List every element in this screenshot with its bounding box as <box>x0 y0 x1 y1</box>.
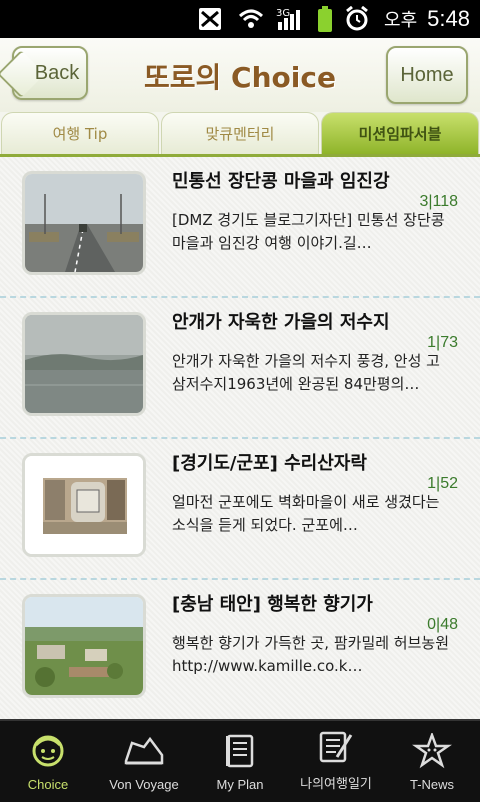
list-item[interactable]: 안개가 자욱한 가을의 저수지 1|73 안개가 자욱한 가을의 저수지 풍경,… <box>0 298 480 439</box>
sneaker-icon <box>122 733 166 773</box>
item-title: [경기도/군포] 수리산자락 <box>172 453 367 474</box>
home-button[interactable]: Home <box>386 46 468 104</box>
nav-t-news[interactable]: T-News <box>384 721 480 802</box>
tab-label: 미션임파서블 <box>358 125 442 143</box>
item-description: 얼마전 군포에도 벽화마을이 새로 생겼다는 소식을 듣게 되었다. 군포에… <box>172 493 440 534</box>
header-bar: Back 또로의 Choice Home <box>0 38 480 113</box>
svg-text:3G: 3G <box>276 8 290 19</box>
nav-label: 나의여행일기 <box>300 776 372 791</box>
item-description: 행복한 향기가 가득한 곳, 팜카밀레 허브농원http://www.kamil… <box>172 634 450 675</box>
tab-documentary[interactable]: 맞큐멘터리 <box>161 112 319 154</box>
thumbnail-stone-marker-image <box>22 453 146 557</box>
battery-icon <box>318 6 333 32</box>
thumbnail-fog-lake-image <box>22 312 146 416</box>
nav-label: Choice <box>27 777 69 792</box>
post-list[interactable]: 민통선 장단콩 마을과 임진강 3|118 [DMZ 경기도 블로그기자단] 민… <box>0 157 480 719</box>
nav-label: Von Voyage <box>109 777 179 792</box>
tab-mission-impossible[interactable]: 미션임파서블 <box>321 112 479 154</box>
3g-signal-icon: 3G <box>276 6 306 32</box>
bottom-navigation: Choice Von Voyage My Plan 나의여행일기 T-News <box>0 719 480 802</box>
thumbnail-herb-farm-image <box>22 594 146 698</box>
star-character-icon <box>412 731 452 773</box>
diary-pen-icon <box>317 729 355 769</box>
item-description: 안개가 자욱한 가을의 저수지 풍경, 안성 고삼저수지1963년에 완공된 8… <box>172 352 440 393</box>
nav-label: T-News <box>409 777 455 792</box>
tab-label: 맞큐멘터리 <box>205 125 275 143</box>
item-title: [충남 태안] 행복한 향기가 <box>172 594 373 615</box>
wifi-icon <box>238 8 264 30</box>
tab-travel-tip[interactable]: 여행 Tip <box>1 112 159 154</box>
nav-travel-diary[interactable]: 나의여행일기 <box>288 721 384 802</box>
item-title: 민통선 장단콩 마을과 임진강 <box>172 171 390 192</box>
item-description: [DMZ 경기도 블로그기자단] 민통선 장단콩 마을과 임진강 여행 이야기.… <box>172 211 445 252</box>
clock: 5:48 <box>427 6 470 31</box>
smiley-icon <box>28 733 68 773</box>
notebook-icon <box>222 733 258 773</box>
nav-von-voyage[interactable]: Von Voyage <box>96 721 192 802</box>
home-button-label: Home <box>400 63 454 86</box>
thumbnail-road-image <box>22 171 146 275</box>
tab-label: 여행 Tip <box>52 125 108 143</box>
item-title: 안개가 자욱한 가을의 저수지 <box>172 312 390 333</box>
sim-off-icon <box>196 6 226 32</box>
nav-label: My Plan <box>216 777 264 792</box>
status-bar: 3G 오후 5:48 <box>0 0 480 38</box>
list-item[interactable]: [충남 태안] 행복한 향기가 0|48 행복한 향기가 가득한 곳, 팜카밀레… <box>0 580 480 719</box>
tab-bar: 여행 Tip 맞큐멘터리 미션임파서블 <box>0 112 480 157</box>
list-item[interactable]: [경기도/군포] 수리산자락 1|52 얼마전 군포에도 벽화마을이 새로 생겼… <box>0 439 480 580</box>
back-button-label: Back <box>34 61 80 84</box>
alarm-icon <box>344 6 370 32</box>
nav-choice[interactable]: Choice <box>0 721 96 802</box>
time-ampm: 오후 <box>384 10 418 31</box>
nav-my-plan[interactable]: My Plan <box>192 721 288 802</box>
list-item[interactable]: 민통선 장단콩 마을과 임진강 3|118 [DMZ 경기도 블로그기자단] 민… <box>0 157 480 298</box>
